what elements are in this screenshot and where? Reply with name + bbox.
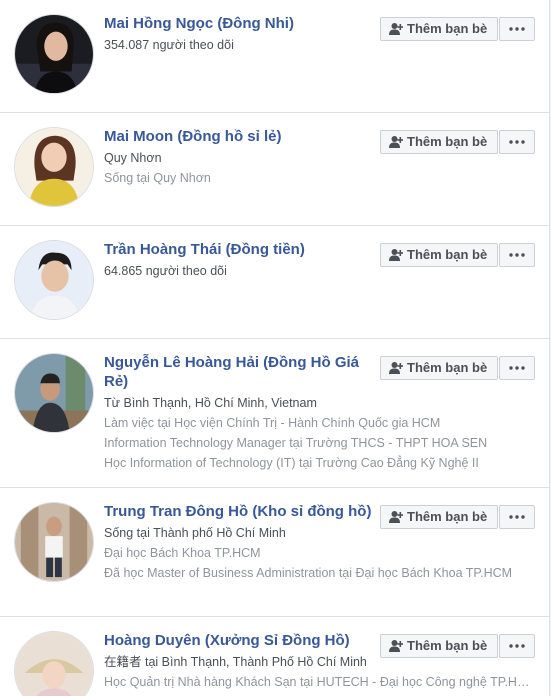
avatar[interactable] (14, 502, 94, 582)
more-options-button[interactable] (499, 243, 535, 267)
more-options-icon (509, 515, 525, 519)
people-search-results: Mai Hồng Ngọc (Đông Nhi) 354.087 người t… (0, 0, 550, 696)
list-item: Hoàng Duyên (Xưởng Sỉ Đồng Hồ) 在籍者 tại B… (0, 617, 549, 696)
add-friend-icon (389, 136, 403, 148)
avatar[interactable] (14, 14, 94, 94)
person-name-link[interactable]: Mai Moon (Đồng hồ sỉ lẻ) (104, 127, 372, 146)
more-options-icon (509, 27, 525, 31)
more-options-button[interactable] (499, 634, 535, 658)
person-info: Mai Moon (Đồng hồ sỉ lẻ) Quy Nhơn Sống tạ… (104, 127, 372, 188)
more-options-icon (509, 644, 525, 648)
add-friend-label: Thêm bạn bè (407, 509, 488, 524)
list-item: Mai Hồng Ngọc (Đông Nhi) 354.087 người t… (0, 0, 549, 113)
person-info: Trung Tran Đông Hồ (Kho sỉ đồng hồ) Sống… (104, 502, 512, 583)
add-friend-icon (389, 249, 403, 261)
add-friend-label: Thêm bạn bè (407, 134, 488, 149)
add-friend-icon (389, 23, 403, 35)
more-options-icon (509, 253, 525, 257)
more-options-button[interactable] (499, 505, 535, 529)
list-item: Nguyễn Lê Hoàng Hải (Đồng Hồ Giá Rẻ) Từ … (0, 339, 549, 488)
person-detail-line: Sống tại Quy Nhơn (104, 171, 211, 185)
person-detail-line: Information Technology Manager tại Trườn… (104, 436, 488, 450)
more-options-icon (509, 366, 525, 370)
add-friend-icon (389, 362, 403, 374)
more-options-button[interactable] (499, 356, 535, 380)
avatar[interactable] (14, 631, 94, 696)
person-name-link[interactable]: Hoàng Duyên (Xưởng Sỉ Đồng Hồ) (104, 631, 372, 650)
list-item: Trung Tran Đông Hồ (Kho sỉ đồng hồ) Sống… (0, 488, 549, 617)
add-friend-button[interactable]: Thêm bạn bè (380, 243, 498, 267)
person-name-link[interactable]: Nguyễn Lê Hoàng Hải (Đồng Hồ Giá Rẻ) (104, 353, 372, 391)
avatar[interactable] (14, 127, 94, 207)
person-detail-line: Đại học Bách Khoa TP.HCM (104, 546, 261, 560)
person-name-link[interactable]: Trần Hoàng Thái (Đồng tiền) (104, 240, 372, 259)
more-options-button[interactable] (499, 130, 535, 154)
person-detail-line: Từ Bình Thạnh, Hồ Chí Minh, Vietnam (104, 396, 317, 410)
person-info: Trần Hoàng Thái (Đồng tiền) 64.865 người… (104, 240, 372, 281)
avatar[interactable] (14, 353, 94, 433)
add-friend-label: Thêm bạn bè (407, 247, 488, 262)
add-friend-label: Thêm bạn bè (407, 638, 488, 653)
person-name-link[interactable]: Trung Tran Đông Hồ (Kho sỉ đồng hồ) (104, 502, 372, 521)
add-friend-button[interactable]: Thêm bạn bè (380, 505, 498, 529)
add-friend-icon (389, 640, 403, 652)
avatar[interactable] (14, 240, 94, 320)
person-info: Mai Hồng Ngọc (Đông Nhi) 354.087 người t… (104, 14, 372, 55)
add-friend-label: Thêm bạn bè (407, 21, 488, 36)
add-friend-label: Thêm bạn bè (407, 360, 488, 375)
add-friend-button[interactable]: Thêm bạn bè (380, 634, 498, 658)
person-detail-line: Đã học Master of Business Administration… (104, 566, 513, 580)
add-friend-icon (389, 511, 403, 523)
list-item: Mai Moon (Đồng hồ sỉ lẻ) Quy Nhơn Sống tạ… (0, 113, 549, 226)
more-options-icon (509, 140, 525, 144)
list-item: Trần Hoàng Thái (Đồng tiền) 64.865 người… (0, 226, 549, 339)
more-options-button[interactable] (499, 17, 535, 41)
person-detail-line: Làm việc tại Học viện Chính Trị - Hành C… (104, 416, 441, 430)
add-friend-button[interactable]: Thêm bạn bè (380, 17, 498, 41)
person-detail-line: Học Information of Technology (IT) tại T… (104, 456, 479, 470)
person-info: Hoàng Duyên (Xưởng Sỉ Đồng Hồ) 在籍者 tại B… (104, 631, 534, 692)
add-friend-button[interactable]: Thêm bạn bè (380, 356, 498, 380)
person-detail-line: Học Quản trị Nhà hàng Khách Sạn tại HUTE… (104, 675, 534, 689)
person-name-link[interactable]: Mai Hồng Ngọc (Đông Nhi) (104, 14, 372, 33)
person-info: Nguyễn Lê Hoàng Hải (Đồng Hồ Giá Rẻ) Từ … (104, 353, 487, 473)
add-friend-button[interactable]: Thêm bạn bè (380, 130, 498, 154)
